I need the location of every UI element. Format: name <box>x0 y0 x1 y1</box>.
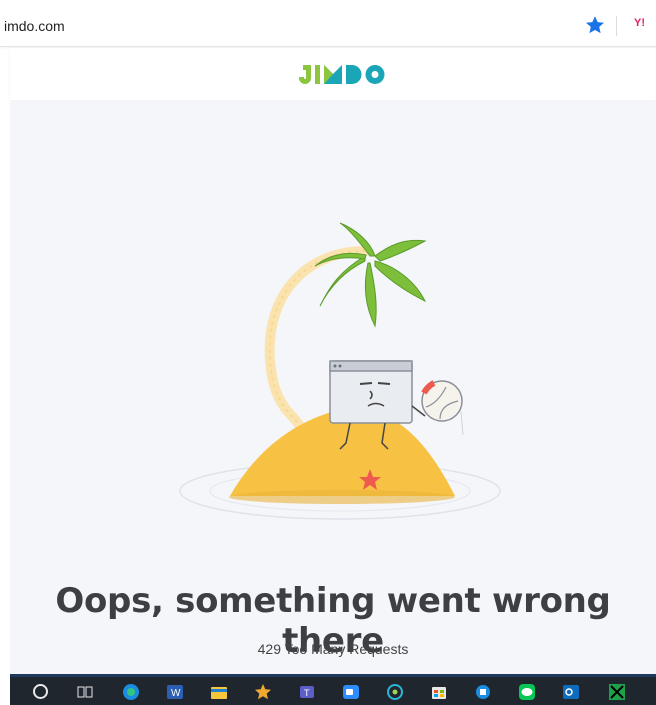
toolbar-divider <box>616 16 617 36</box>
jimdo-logo[interactable] <box>293 60 393 88</box>
star-app-icon[interactable] <box>254 683 272 701</box>
svg-text:W: W <box>171 688 181 699</box>
teams-icon[interactable]: T <box>298 683 316 701</box>
app-icon[interactable] <box>474 683 492 701</box>
address-bar[interactable]: imdo.com Y! <box>0 8 656 47</box>
star-icon[interactable] <box>584 14 606 36</box>
extension-icon[interactable]: Y! <box>634 17 652 35</box>
file-explorer-icon[interactable] <box>210 683 228 701</box>
site-header <box>10 48 656 100</box>
other-app-icon[interactable] <box>608 683 626 701</box>
network-app-icon[interactable] <box>386 683 404 701</box>
taskbar: W T <box>10 674 656 705</box>
zoom-icon[interactable] <box>342 683 360 701</box>
error-message: 429 Too Many Requests <box>257 641 409 657</box>
error-page: Oops, something went wrong there 429 Too… <box>10 101 656 674</box>
line-icon[interactable] <box>518 683 536 701</box>
island-illustration <box>179 222 501 520</box>
word-icon[interactable]: W <box>166 683 184 701</box>
svg-text:T: T <box>304 688 310 698</box>
edge-icon[interactable] <box>122 683 140 701</box>
volleyball <box>421 380 464 436</box>
outlook-icon[interactable] <box>562 683 580 701</box>
store-icon[interactable] <box>430 683 448 701</box>
search-icon[interactable] <box>33 684 48 699</box>
task-view-icon[interactable] <box>76 683 94 701</box>
url-text[interactable]: imdo.com <box>4 18 65 34</box>
